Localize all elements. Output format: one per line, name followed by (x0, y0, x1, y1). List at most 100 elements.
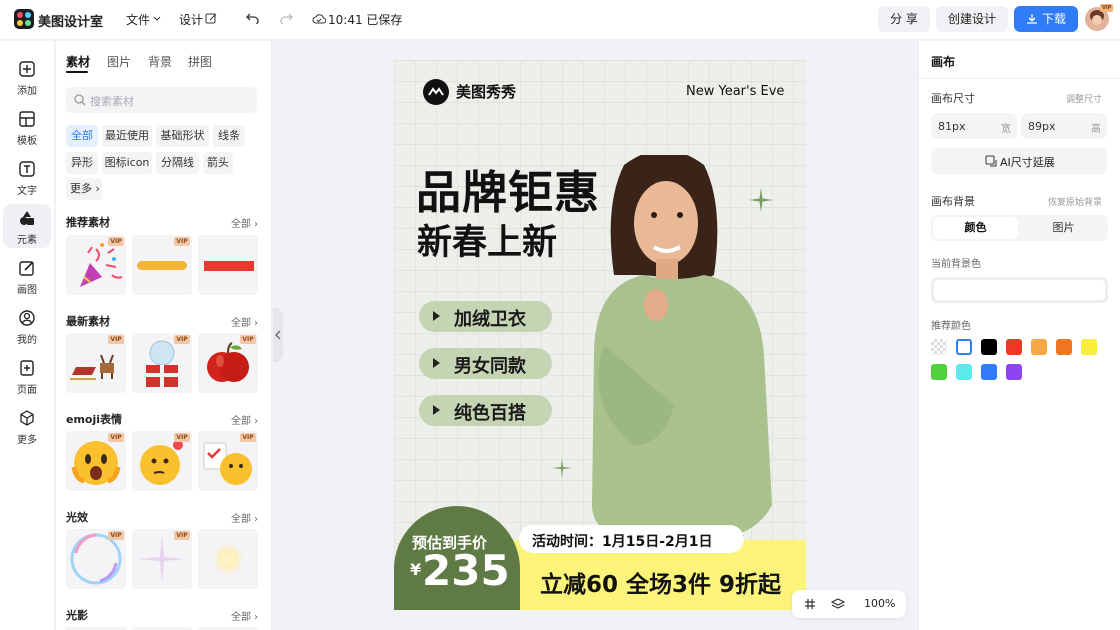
design-canvas[interactable]: 美图秀秀 New Year's Eve 品牌钜惠 新春上新 加绒卫衣 男女同款 … (394, 60, 806, 610)
material-thumb-apple[interactable]: VIP (198, 333, 258, 393)
vip-badge: VIP (174, 237, 190, 246)
chip-lines[interactable]: 线条 (213, 125, 245, 147)
chevron-left-icon (275, 330, 281, 340)
chip-basic-shapes[interactable]: 基础形状 (156, 125, 209, 147)
promo-text: 立减60 全场3件 9折起 (540, 572, 782, 598)
swatch-black[interactable] (981, 339, 997, 355)
chip-dividers[interactable]: 分隔线 (156, 152, 199, 174)
search-icon (74, 94, 86, 106)
swatch-transparent[interactable] (931, 339, 947, 355)
swatch-green[interactable] (931, 364, 947, 380)
swatch-yellow[interactable] (1081, 339, 1097, 355)
chip-irregular[interactable]: 异形 (66, 152, 98, 174)
section-title-latest: 最新素材 (66, 315, 110, 328)
ai-extend-label: AI尺寸延展 (1000, 156, 1055, 169)
feature-pill: 加绒卫衣 (419, 301, 552, 332)
vip-badge: VIP (108, 433, 124, 442)
material-thumb-thinking-emoji[interactable]: VIP (132, 431, 192, 491)
material-thumb-confetti[interactable]: VIP (66, 235, 126, 295)
chip-recent[interactable]: 最近使用 (102, 125, 152, 147)
material-thumb-red-bar[interactable] (198, 235, 258, 295)
swatch-orange[interactable] (1056, 339, 1072, 355)
vip-badge: VIP (240, 433, 256, 442)
material-thumb-bubble[interactable]: VIP (66, 529, 126, 589)
canvas-bg-label: 画布背景 (931, 195, 975, 208)
chip-icons[interactable]: 图标icon (102, 152, 152, 174)
resize-icon (985, 155, 997, 167)
material-thumb-checklist-emoji[interactable]: VIP (198, 431, 258, 491)
material-thumb-glow[interactable] (198, 529, 258, 589)
swatch-purple[interactable] (1006, 364, 1022, 380)
ai-extend-button[interactable]: AI尺寸延展 (931, 148, 1107, 174)
save-status: 10:41 已保存 (328, 13, 403, 27)
rail-item-elements[interactable]: 元素 (3, 204, 51, 248)
rail-item-pages[interactable]: 页面 (3, 354, 51, 398)
design-menu[interactable]: 设计 (179, 11, 203, 28)
all-link: 全部 (231, 416, 251, 427)
rail-item-template[interactable]: 模板 (3, 105, 51, 149)
material-thumb-brush-stroke[interactable]: VIP (132, 235, 192, 295)
height-field[interactable]: 89px 高 (1021, 113, 1107, 139)
tab-collage[interactable]: 拼图 (188, 53, 212, 70)
create-design-button[interactable]: 创建设计 (936, 6, 1008, 32)
tab-images[interactable]: 图片 (107, 53, 131, 70)
swatch-cyan[interactable] (956, 364, 972, 380)
model-photo (592, 155, 772, 555)
material-thumb-reindeer-sleigh[interactable]: VIP (66, 333, 126, 393)
swatch-blue[interactable] (981, 364, 997, 380)
feature-pill: 男女同款 (419, 348, 552, 379)
file-menu[interactable]: 文件 (126, 11, 150, 28)
section-title-emoji: emoji表情 (66, 413, 123, 426)
collapse-panel-handle[interactable] (273, 308, 283, 362)
bg-mode-color[interactable]: 颜色 (933, 217, 1018, 239)
rail-item-add[interactable]: 添加 (3, 55, 51, 99)
material-thumb-sparkle[interactable]: VIP (132, 529, 192, 589)
grid-icon[interactable] (804, 598, 816, 610)
rail-item-more[interactable]: 更多 (3, 404, 51, 448)
chip-arrows[interactable]: 箭头 (203, 152, 233, 174)
top-bar: 美图设计室 文件 设计 10:41 已保存 分 享 创建设计 下载 VIP (0, 0, 1120, 40)
section-all-emoji[interactable]: 全部 › (231, 412, 258, 427)
chip-all[interactable]: 全部 (66, 125, 98, 147)
zoom-level[interactable]: 100% (864, 597, 895, 610)
share-button[interactable]: 分 享 (878, 6, 930, 32)
chip-more[interactable]: 更多 › (66, 178, 102, 200)
width-field[interactable]: 81px 宽 (931, 113, 1017, 139)
bg-mode-image[interactable]: 图片 (1021, 217, 1106, 239)
rail-label: 添加 (17, 86, 37, 97)
layers-icon[interactable] (831, 597, 845, 611)
section-all-recommended[interactable]: 全部 › (231, 215, 258, 230)
redo-icon[interactable] (279, 12, 293, 24)
rail-item-text[interactable]: 文字 (3, 155, 51, 199)
download-button[interactable]: 下载 (1014, 6, 1078, 32)
section-all-shadows[interactable]: 全部 › (231, 608, 258, 623)
reset-bg-link[interactable]: 恢复原始背景 (1048, 195, 1102, 208)
swatch-light-orange[interactable] (1031, 339, 1047, 355)
current-bg-color-field[interactable] (931, 277, 1108, 303)
adjust-size-link[interactable]: 调整尺寸 (1066, 92, 1102, 105)
rail-item-mine[interactable]: 我的 (3, 304, 51, 348)
download-label: 下载 (1042, 12, 1067, 26)
vip-badge: VIP (174, 531, 190, 540)
rail-item-draw[interactable]: 画图 (3, 254, 51, 298)
height-unit: 高 (1091, 124, 1101, 135)
section-all-latest[interactable]: 全部 › (231, 314, 258, 329)
section-all-light-effects[interactable]: 全部 › (231, 510, 258, 525)
chip-more-label: 更多 (70, 182, 92, 195)
swatch-red[interactable] (1006, 339, 1022, 355)
tab-background[interactable]: 背景 (148, 53, 172, 70)
zoom-bar: 100% (792, 590, 906, 618)
brand-logo-icon (423, 79, 449, 105)
undo-icon[interactable] (246, 12, 260, 24)
search-input[interactable]: 搜索素材 (66, 87, 257, 113)
tab-materials[interactable]: 素材 (66, 53, 90, 70)
all-link: 全部 (231, 318, 251, 329)
material-thumb-snow-globe-gift[interactable]: VIP (132, 333, 192, 393)
all-link: 全部 (231, 612, 251, 623)
edit-icon[interactable] (205, 12, 217, 24)
vip-badge: VIP (174, 335, 190, 344)
swatch-white[interactable] (956, 339, 972, 355)
app-logo-icon[interactable] (14, 9, 34, 29)
material-thumb-scared-emoji[interactable]: VIP (66, 431, 126, 491)
page-add-icon (20, 360, 34, 376)
